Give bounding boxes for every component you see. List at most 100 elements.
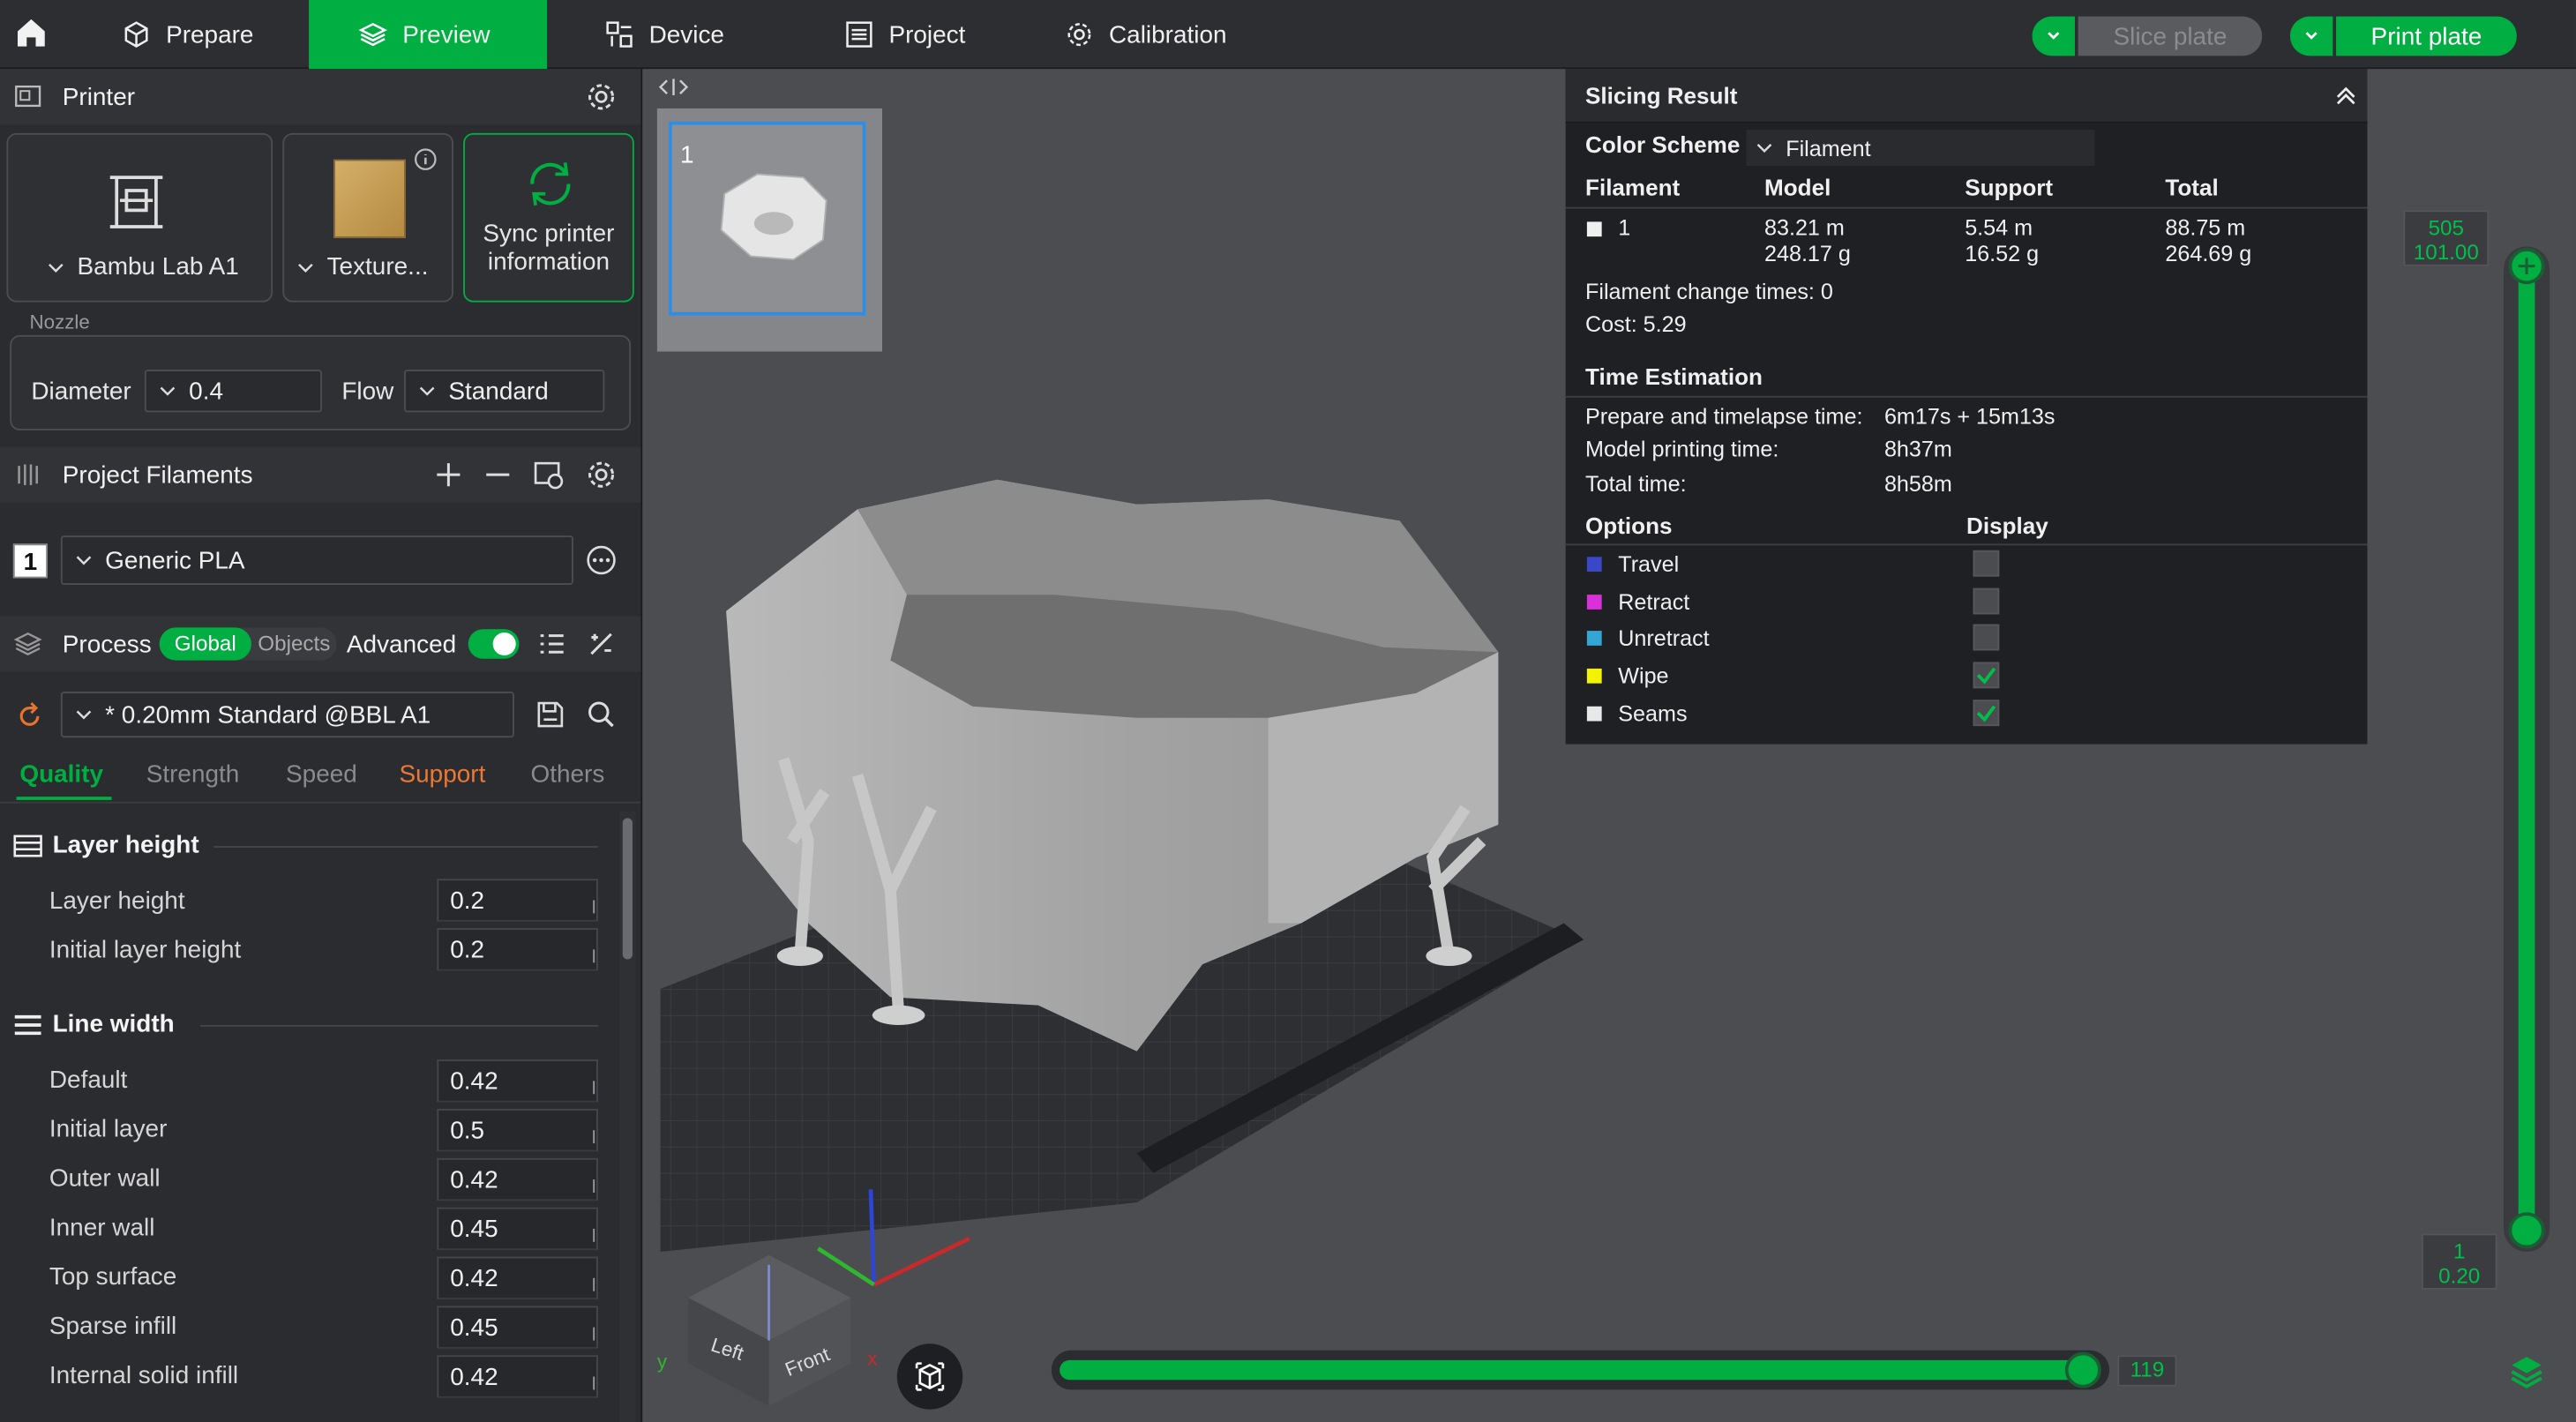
move-slider-fill: [1060, 1359, 2092, 1381]
tab-support[interactable]: Support: [400, 760, 486, 789]
layer-height-input[interactable]: 0.2: [437, 879, 598, 922]
line-initial-layer-input[interactable]: 0.5: [437, 1108, 598, 1152]
wipe-checkbox[interactable]: [1973, 662, 2000, 689]
line-internal-solid-infill-input[interactable]: 0.42: [437, 1355, 598, 1398]
slice-dropdown-button[interactable]: [2032, 16, 2075, 56]
textured-plate-thumbnail: [333, 159, 406, 239]
advanced-label: Advanced: [346, 630, 457, 658]
line-default-input[interactable]: 0.42: [437, 1059, 598, 1103]
total-length: 88.75 m: [2165, 214, 2246, 240]
filament-slot-badge[interactable]: 1: [12, 543, 49, 579]
print-plate-button[interactable]: Print plate: [2336, 16, 2517, 56]
sync-printer-button[interactable]: Sync printer information: [463, 132, 634, 303]
tab-speed[interactable]: Speed: [286, 760, 357, 789]
travel-checkbox[interactable]: [1973, 550, 2000, 577]
model-time-value: 8h37m: [1883, 437, 1952, 462]
view-reset-icon: [915, 1362, 945, 1391]
global-option[interactable]: Global: [159, 627, 251, 661]
param-label: Initial layer height: [49, 936, 242, 965]
seams-swatch: [1586, 706, 1602, 722]
model-time-label: Model printing time:: [1585, 437, 1779, 462]
tab-preview[interactable]: Preview: [309, 0, 548, 70]
col-support: Support: [1965, 174, 2054, 201]
line-inner-wall-input[interactable]: 0.45: [437, 1207, 598, 1251]
layer-top-tag: 505 101.00: [2403, 210, 2490, 266]
compare-icon[interactable]: [585, 627, 618, 660]
flow-select[interactable]: Standard: [404, 369, 605, 413]
chevron-down-icon: [1756, 144, 1772, 153]
printer-icon: [15, 85, 41, 108]
tab-others[interactable]: Others: [530, 760, 604, 789]
plate-number: 1: [679, 141, 694, 169]
seams-checkbox[interactable]: [1973, 700, 2000, 727]
line-outer-wall-input[interactable]: 0.42: [437, 1157, 598, 1201]
process-preset-select[interactable]: * 0.20mm Standard @BBL A1: [60, 691, 514, 738]
tab-device[interactable]: Device: [604, 0, 724, 69]
checkmark-icon: [1976, 667, 1996, 685]
line-top-surface-input[interactable]: 0.42: [437, 1256, 598, 1300]
tab-project[interactable]: Project: [844, 0, 965, 69]
param-label: Initial layer: [49, 1115, 168, 1144]
save-icon[interactable]: [534, 698, 566, 730]
move-slider[interactable]: [1051, 1350, 2110, 1390]
tab-calibration[interactable]: Calibration: [1065, 0, 1227, 69]
layer-top-handle[interactable]: [2508, 248, 2545, 285]
info-icon[interactable]: [414, 148, 437, 171]
diameter-select[interactable]: 0.4: [144, 369, 322, 413]
tab-prepare[interactable]: Prepare: [122, 0, 253, 69]
reset-icon[interactable]: [13, 700, 46, 732]
more-icon[interactable]: [585, 543, 618, 576]
filament-sync-icon[interactable]: [532, 459, 565, 491]
move-slider-handle[interactable]: [2064, 1351, 2101, 1388]
list-view-icon[interactable]: [535, 627, 568, 660]
color-scheme-select[interactable]: Filament: [1746, 130, 2095, 167]
initial-layer-height-input[interactable]: 0.2: [437, 928, 598, 971]
advanced-toggle[interactable]: [468, 629, 520, 659]
unretract-checkbox[interactable]: [1973, 624, 2000, 651]
layer-top-number: 505: [2428, 214, 2465, 240]
retract-checkbox[interactable]: [1973, 588, 2000, 615]
print-dropdown-button[interactable]: [2289, 16, 2333, 56]
remove-icon[interactable]: [482, 459, 514, 491]
reset-view-button[interactable]: [896, 1343, 963, 1410]
add-icon[interactable]: [432, 459, 465, 491]
printer-select-card[interactable]: Bambu Lab A1: [6, 132, 273, 303]
filaments-section-header: Project Filaments: [0, 446, 641, 503]
search-icon[interactable]: [585, 698, 618, 730]
flow-label: Flow: [341, 378, 394, 406]
filaments-title: Project Filaments: [62, 460, 253, 490]
filament-row-id: 1: [1618, 214, 1631, 240]
prepare-time-value: 6m17s + 15m13s: [1883, 404, 2056, 430]
result-title: Slicing Result: [1585, 82, 1738, 109]
layers-view-icon[interactable]: [2507, 1352, 2547, 1392]
plate-select-card[interactable]: Texture...: [282, 132, 453, 303]
home-icon[interactable]: [13, 15, 49, 51]
slice-plate-button[interactable]: Slice plate: [2078, 16, 2263, 56]
scrollbar[interactable]: [619, 811, 636, 1422]
collapse-icon[interactable]: [2334, 84, 2357, 107]
param-label: Inner wall: [49, 1214, 155, 1242]
param-label: Internal solid infill: [49, 1361, 239, 1390]
layer-bottom-handle[interactable]: [2508, 1212, 2545, 1249]
plate-thumbnail[interactable]: 1: [668, 121, 866, 316]
nozzle-label: Nozzle: [29, 310, 90, 334]
process-scope-toggle[interactable]: Global Objects: [159, 627, 337, 661]
scrollbar-thumb[interactable]: [622, 818, 633, 960]
layer-range-slider[interactable]: [2518, 262, 2535, 1236]
filament-settings-icon[interactable]: [585, 459, 618, 491]
printer-settings-icon[interactable]: [585, 80, 618, 113]
total-time-value: 8h58m: [1883, 471, 1952, 497]
wipe-swatch: [1586, 668, 1602, 684]
param-label: Sparse infill: [49, 1312, 177, 1341]
tab-strength[interactable]: Strength: [146, 760, 240, 789]
tab-quality[interactable]: Quality: [19, 760, 103, 789]
filament-select[interactable]: Generic PLA: [60, 535, 573, 585]
cost: Cost: 5.29: [1585, 311, 1687, 337]
printer-section-header: Printer: [0, 69, 641, 125]
objects-option[interactable]: Objects: [255, 627, 333, 660]
col-total: Total: [2165, 174, 2219, 201]
view-cube[interactable]: Left Front: [644, 1232, 890, 1422]
line-sparse-infill-input[interactable]: 0.45: [437, 1306, 598, 1349]
collapse-sidebar-icon[interactable]: [658, 78, 689, 97]
support-weight: 16.52 g: [1965, 241, 2040, 266]
